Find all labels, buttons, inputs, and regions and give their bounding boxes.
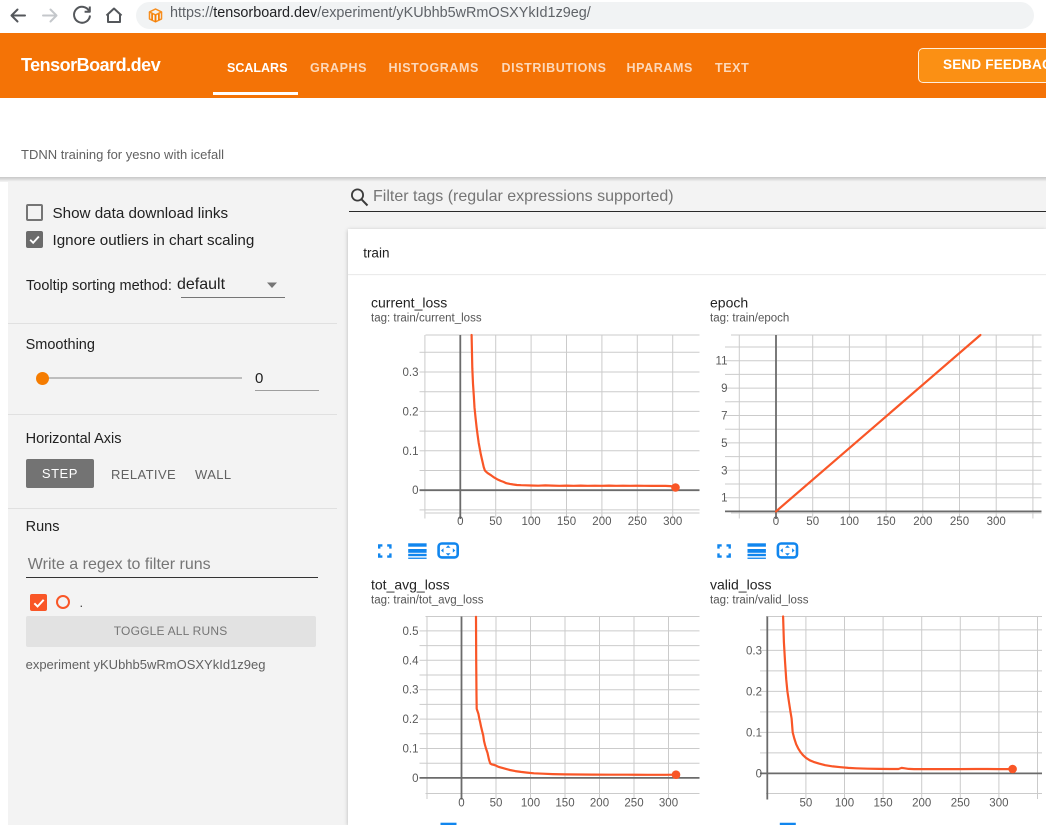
svg-text:150: 150 [874, 798, 893, 810]
svg-text:train: train [363, 245, 389, 260]
svg-text:tag: train/tot_avg_loss: tag: train/tot_avg_loss [371, 595, 484, 607]
svg-text:tag: train/current_loss: tag: train/current_loss [371, 313, 482, 325]
svg-text:300: 300 [659, 798, 678, 810]
svg-text:100: 100 [840, 516, 859, 528]
svg-text:0.2: 0.2 [403, 406, 419, 418]
svg-text:150: 150 [557, 516, 576, 528]
svg-text:0.2: 0.2 [403, 714, 419, 726]
svg-text:300: 300 [989, 798, 1008, 810]
svg-text:300: 300 [663, 516, 682, 528]
svg-text:200: 200 [590, 798, 609, 810]
svg-text:200: 200 [913, 516, 932, 528]
svg-text:3: 3 [721, 465, 727, 477]
svg-text:50: 50 [806, 516, 819, 528]
svg-text:tag: train/valid_loss: tag: train/valid_loss [710, 595, 809, 607]
svg-text:100: 100 [521, 798, 540, 810]
svg-text:0: 0 [458, 798, 464, 810]
svg-text:0: 0 [412, 773, 418, 785]
svg-text:300: 300 [987, 516, 1006, 528]
svg-text:1: 1 [721, 493, 727, 505]
svg-text:11: 11 [716, 356, 728, 368]
svg-text:200: 200 [912, 798, 931, 810]
svg-text:50: 50 [490, 798, 503, 810]
svg-text:0.3: 0.3 [746, 645, 762, 657]
svg-text:0.5: 0.5 [403, 626, 419, 638]
svg-text:200: 200 [592, 516, 611, 528]
svg-text:0.2: 0.2 [746, 686, 762, 698]
svg-text:0.4: 0.4 [403, 655, 420, 667]
svg-text:9: 9 [721, 383, 727, 395]
svg-text:0: 0 [412, 485, 418, 497]
svg-text:0.1: 0.1 [746, 727, 762, 739]
svg-text:250: 250 [950, 516, 969, 528]
svg-text:100: 100 [835, 798, 854, 810]
svg-text:tag: train/epoch: tag: train/epoch [710, 313, 789, 325]
svg-text:current_loss: current_loss [371, 295, 447, 311]
svg-text:0: 0 [756, 768, 762, 780]
svg-text:0: 0 [457, 516, 463, 528]
svg-text:250: 250 [628, 516, 647, 528]
svg-text:0: 0 [773, 516, 779, 528]
svg-text:0.1: 0.1 [403, 744, 419, 756]
svg-text:50: 50 [489, 516, 502, 528]
svg-text:250: 250 [624, 798, 643, 810]
svg-text:50: 50 [800, 798, 813, 810]
svg-text:0.3: 0.3 [403, 685, 419, 697]
svg-text:0.3: 0.3 [403, 367, 419, 379]
svg-text:5: 5 [721, 438, 727, 450]
svg-text:100: 100 [522, 516, 541, 528]
svg-text:0.1: 0.1 [403, 446, 419, 458]
svg-text:7: 7 [721, 411, 727, 423]
svg-text:150: 150 [877, 516, 896, 528]
svg-text:250: 250 [951, 798, 970, 810]
svg-text:valid_loss: valid_loss [710, 577, 771, 593]
svg-text:150: 150 [555, 798, 574, 810]
svg-text:tot_avg_loss: tot_avg_loss [371, 577, 450, 593]
svg-text:epoch: epoch [710, 295, 748, 311]
